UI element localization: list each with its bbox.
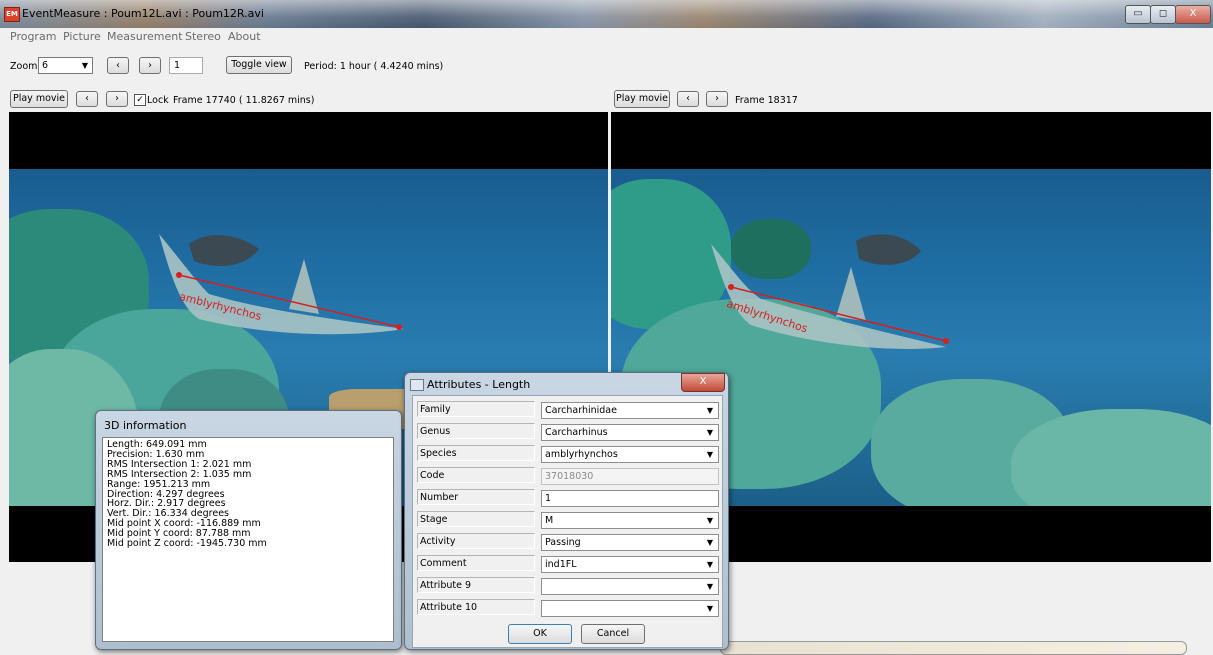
attribute-dropdown-field[interactable]: amblyrhynchos ▼ bbox=[541, 446, 719, 463]
attributes-dialog-title: Attributes - Length bbox=[427, 378, 531, 391]
left-next-frame-button[interactable]: › bbox=[106, 91, 128, 107]
attribute-dropdown-field[interactable]: Passing ▼ bbox=[541, 534, 719, 551]
menu-stereo[interactable]: Stereo bbox=[185, 30, 221, 43]
cancel-button[interactable]: Cancel bbox=[581, 624, 645, 644]
attribute-combo-field[interactable]: ▼ bbox=[541, 578, 719, 595]
close-button[interactable]: X bbox=[1175, 5, 1211, 24]
right-play-movie-button[interactable]: Play movie bbox=[614, 90, 670, 108]
3d-information-lines: Length: 649.091 mm Precision: 1.630 mm RMS… bbox=[103, 438, 393, 551]
menu-measurement[interactable]: Measurement bbox=[107, 30, 183, 43]
attribute-value: Carcharhinidae bbox=[545, 405, 617, 416]
attribute-value: Carcharhinus bbox=[545, 427, 608, 438]
attribute-value: amblyrhynchos bbox=[545, 449, 618, 460]
right-prev-frame-button[interactable]: ‹ bbox=[677, 91, 699, 107]
left-play-movie-button[interactable]: Play movie bbox=[10, 90, 68, 108]
menu-about[interactable]: About bbox=[228, 30, 261, 43]
chevron-down-icon: ▼ bbox=[706, 406, 713, 415]
attribute-label: Comment bbox=[417, 555, 535, 571]
chevron-down-icon: ▼ bbox=[706, 560, 713, 569]
toolbar-next-button[interactable]: › bbox=[139, 57, 161, 74]
chevron-down-icon: ▼ bbox=[706, 450, 713, 459]
chevron-down-icon: ▼ bbox=[81, 61, 88, 70]
attribute-combo-field[interactable]: ind1FL ▼ bbox=[541, 556, 719, 573]
attribute-value: 37018030 bbox=[545, 471, 594, 482]
attribute-label: Code bbox=[417, 467, 535, 483]
window-title: EventMeasure : Poum12L.avi : Poum12R.avi bbox=[22, 7, 264, 20]
dialog-close-button[interactable]: X bbox=[681, 373, 725, 392]
3d-information-dialog: 3D information Length: 649.091 mm Precisi… bbox=[95, 410, 402, 650]
attribute-label: Genus bbox=[417, 423, 535, 439]
chevron-down-icon: ▼ bbox=[706, 516, 713, 525]
chevron-down-icon: ▼ bbox=[706, 604, 713, 613]
left-prev-frame-button[interactable]: ‹ bbox=[76, 91, 98, 107]
attribute-label: Activity bbox=[417, 533, 535, 549]
attribute-text-field[interactable]: 1 bbox=[541, 490, 719, 507]
background-window-edge bbox=[720, 641, 1187, 655]
info-line: Mid point Z coord: -1945.730 mm bbox=[107, 538, 267, 550]
period-text: Period: 1 hour ( 4.4240 mins) bbox=[304, 61, 444, 72]
attribute-value: M bbox=[545, 515, 554, 526]
chevron-down-icon: ▼ bbox=[706, 428, 713, 437]
attribute-label: Family bbox=[417, 401, 535, 417]
step-input[interactable]: 1 bbox=[169, 57, 203, 74]
chevron-down-icon: ▼ bbox=[706, 538, 713, 547]
lock-checkbox[interactable]: ✓ bbox=[134, 94, 146, 106]
attribute-value: Passing bbox=[545, 537, 581, 548]
menu-picture[interactable]: Picture bbox=[63, 30, 101, 43]
zoom-label: Zoom bbox=[10, 61, 38, 72]
3d-information-title: 3D information bbox=[104, 419, 187, 432]
attribute-dropdown-field[interactable]: Carcharhinus ▼ bbox=[541, 424, 719, 441]
zoom-value: 6 bbox=[42, 60, 49, 71]
attribute-label: Attribute 10 bbox=[417, 599, 535, 615]
attributes-length-dialog: Attributes - Length X Family Carcharhinid… bbox=[404, 372, 729, 650]
attribute-label: Stage bbox=[417, 511, 535, 527]
attribute-combo-field[interactable]: ▼ bbox=[541, 600, 719, 617]
toolbar-prev-button[interactable]: ‹ bbox=[107, 57, 129, 74]
attribute-dropdown-field[interactable]: Carcharhinidae ▼ bbox=[541, 402, 719, 419]
ok-button[interactable]: OK bbox=[508, 624, 572, 644]
lock-label: Lock bbox=[147, 95, 169, 106]
right-next-frame-button[interactable]: › bbox=[706, 91, 728, 107]
toggle-view-button[interactable]: Toggle view bbox=[226, 56, 292, 74]
attribute-dropdown-field[interactable]: M ▼ bbox=[541, 512, 719, 529]
app-icon: EM bbox=[4, 7, 20, 22]
maximize-button[interactable]: ◻ bbox=[1150, 5, 1176, 24]
attribute-value: ind1FL bbox=[545, 559, 577, 570]
attribute-readonly-field: 37018030 bbox=[541, 468, 719, 485]
attribute-label: Number bbox=[417, 489, 535, 505]
menu-program[interactable]: Program bbox=[10, 30, 56, 43]
chevron-down-icon: ▼ bbox=[706, 582, 713, 591]
3d-information-textbox[interactable]: Length: 649.091 mm Precision: 1.630 mm RMS… bbox=[102, 437, 394, 642]
zoom-select[interactable]: 6 ▼ bbox=[38, 57, 93, 74]
window-icon bbox=[410, 379, 424, 391]
attribute-label: Attribute 9 bbox=[417, 577, 535, 593]
attributes-body: Family Carcharhinidae ▼ Genus Carcharhinus ▼ S… bbox=[412, 395, 723, 648]
attribute-label: Species bbox=[417, 445, 535, 461]
menu-bar: Program Picture Measurement Stereo About bbox=[0, 28, 1213, 45]
right-frame-text: Frame 18317 bbox=[735, 95, 798, 106]
left-frame-text: Frame 17740 ( 11.8267 mins) bbox=[173, 95, 315, 106]
attribute-value: 1 bbox=[545, 493, 552, 504]
minimize-button[interactable]: ▭ bbox=[1125, 5, 1151, 24]
